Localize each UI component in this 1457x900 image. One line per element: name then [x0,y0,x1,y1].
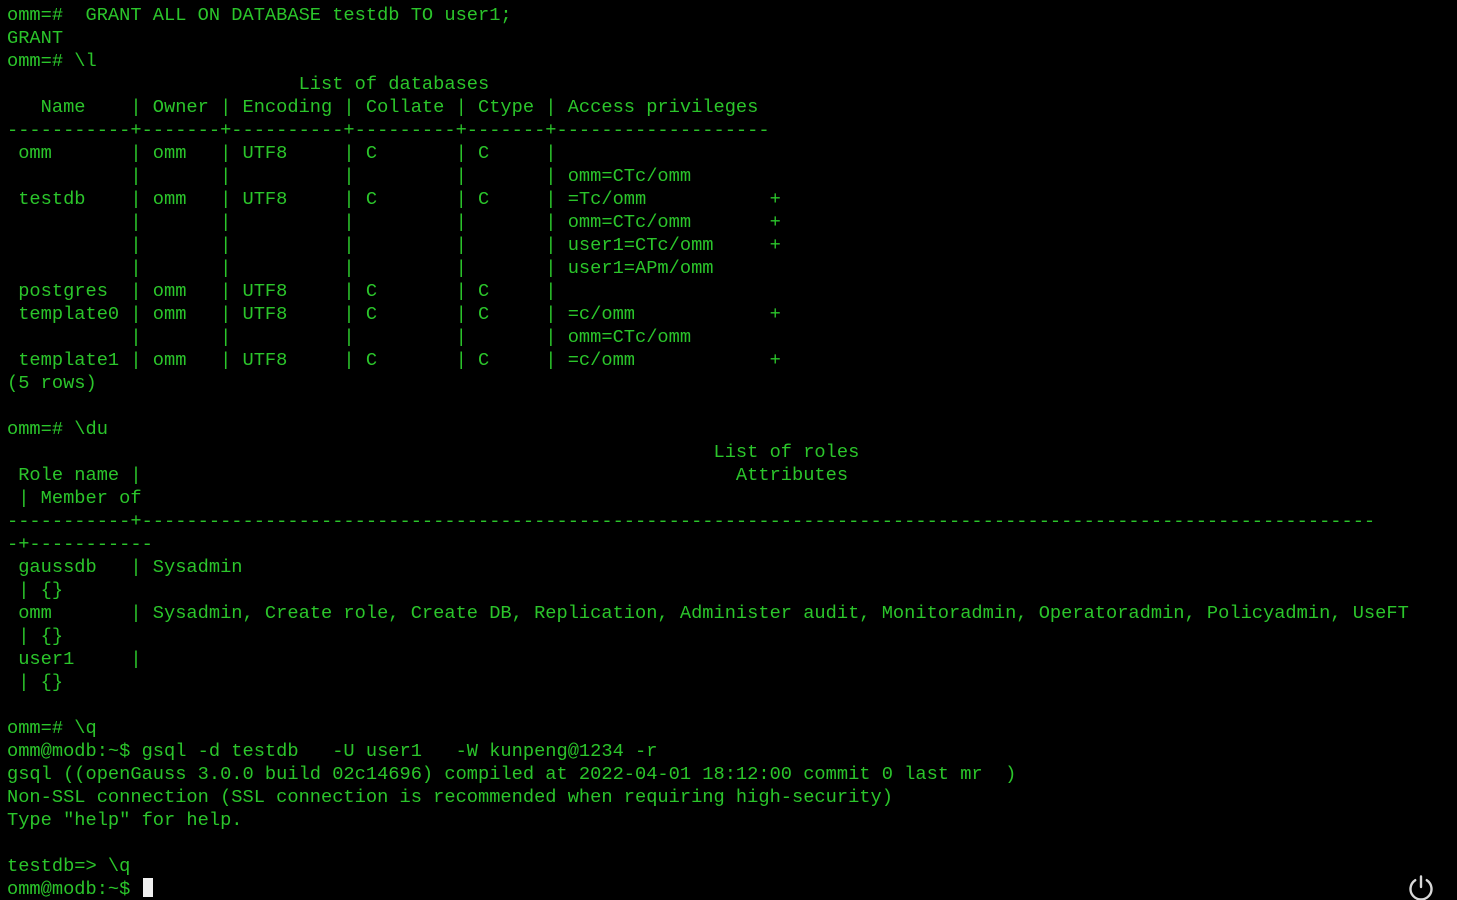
terminal-line: | Member of [7,487,142,509]
terminal-output: omm=# GRANT ALL ON DATABASE testdb TO us… [7,4,1409,900]
terminal-line: omm | Sysadmin, Create role, Create DB, … [7,602,1409,624]
power-icon [1409,875,1433,900]
terminal-line: template1 | omm | UTF8 | C | C | =c/omm … [7,349,781,371]
terminal-window[interactable]: omm=# GRANT ALL ON DATABASE testdb TO us… [0,0,1457,900]
terminal-line: omm=# \q [7,717,97,739]
terminal-line: testdb=> \q [7,855,131,877]
terminal-line: | {} [7,671,64,693]
terminal-line: gaussdb | Sysadmin [7,556,243,578]
terminal-line: omm=# GRANT ALL ON DATABASE testdb TO us… [7,4,512,26]
terminal-line: -----------+----------------------------… [7,510,1376,532]
terminal-line: | | | | | user1=CTc/omm + [7,234,781,256]
terminal-line: GRANT [7,27,64,49]
terminal-line: Type "help" for help. [7,809,243,831]
shell-prompt: omm@modb:~$ [7,878,142,900]
shell-prompt-line[interactable]: omm@modb:~$ [7,878,1409,900]
terminal-line: | | | | | omm=CTc/omm [7,165,692,187]
terminal-line: omm=# \du [7,418,108,440]
terminal-line: -+----------- [7,533,153,555]
terminal-line: | {} [7,625,64,647]
text-cursor [142,878,153,897]
terminal-line: Name | Owner | Encoding | Collate | Ctyp… [7,96,759,118]
terminal-line: | {} [7,579,64,601]
terminal-line: | | | | | omm=CTc/omm [7,326,692,348]
terminal-line: (5 rows) [7,372,97,394]
terminal-line: omm@modb:~$ gsql -d testdb -U user1 -W k… [7,740,658,762]
terminal-line: postgres | omm | UTF8 | C | C | [7,280,557,302]
terminal-line: -----------+-------+----------+---------… [7,119,770,141]
terminal-line: Non-SSL connection (SSL connection is re… [7,786,893,808]
terminal-line: | | | | | omm=CTc/omm + [7,211,781,233]
terminal-line: gsql ((openGauss 3.0.0 build 02c14696) c… [7,763,1017,785]
terminal-line: Role name | Attributes [7,464,849,486]
terminal-line: List of roles [7,441,860,463]
power-button[interactable] [1406,873,1436,900]
terminal-line: user1 | [7,648,142,670]
terminal-line: omm=# \l [7,50,97,72]
terminal-line: template0 | omm | UTF8 | C | C | =c/omm … [7,303,781,325]
terminal-line: testdb | omm | UTF8 | C | C | =Tc/omm + [7,188,781,210]
terminal-line: | | | | | user1=APm/omm [7,257,714,279]
terminal-line: omm | omm | UTF8 | C | C | [7,142,557,164]
terminal-line: List of databases [7,73,490,95]
